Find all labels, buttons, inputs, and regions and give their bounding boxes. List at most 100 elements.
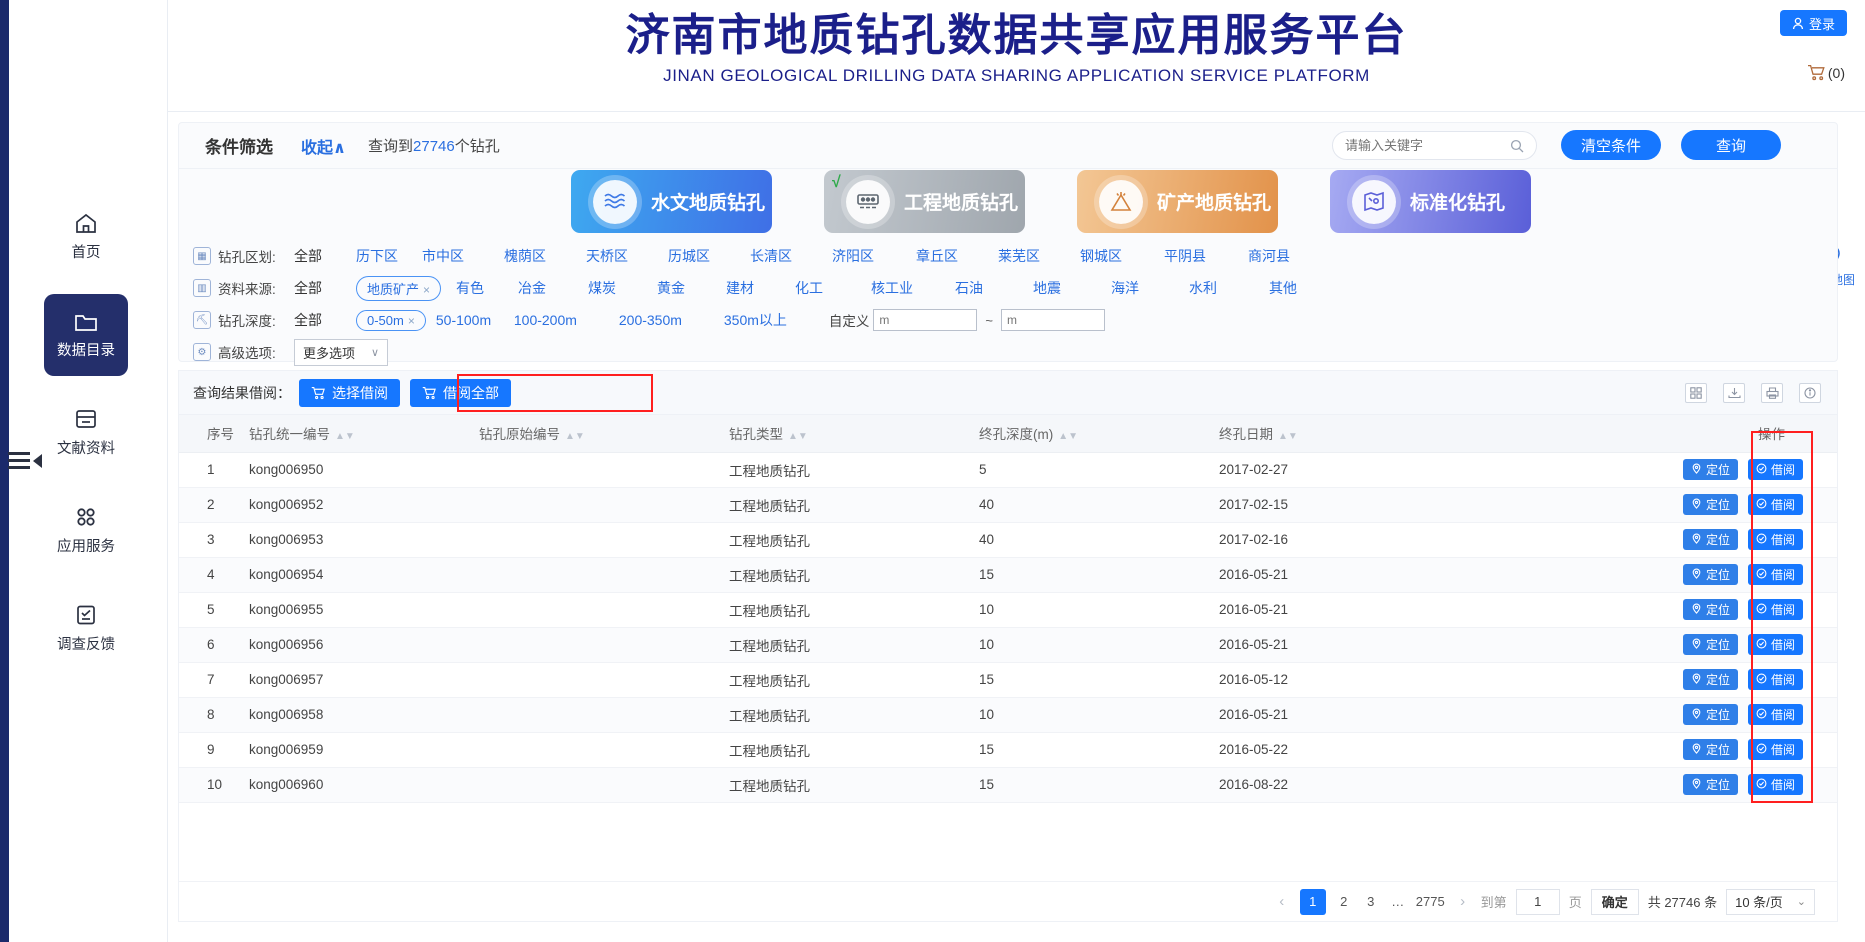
- filter-option-depth-100-200[interactable]: 100-200m: [514, 312, 619, 328]
- sort-icon[interactable]: ▲▼: [788, 431, 808, 442]
- table-row[interactable]: 7kong006957工程地质钻孔152016-05-12定位借阅: [179, 662, 1837, 697]
- locate-button[interactable]: 定位: [1683, 529, 1738, 550]
- pagination-page-3[interactable]: 3: [1362, 894, 1380, 909]
- pagination-prev[interactable]: ‹: [1273, 893, 1291, 910]
- table-row[interactable]: 1kong006950工程地质钻孔52017-02-27定位借阅: [179, 452, 1837, 487]
- filter-option-depth-200-350[interactable]: 200-350m: [619, 312, 724, 328]
- col-header-original-id[interactable]: 钻孔原始编号▲▼: [479, 415, 729, 452]
- locate-button[interactable]: 定位: [1683, 494, 1738, 515]
- table-row[interactable]: 9kong006959工程地质钻孔152016-05-22定位借阅: [179, 732, 1837, 767]
- loan-button[interactable]: 借阅: [1748, 459, 1803, 480]
- loan-button[interactable]: 借阅: [1748, 529, 1803, 550]
- sort-icon[interactable]: ▲▼: [1278, 431, 1298, 442]
- filter-collapse-toggle[interactable]: 收起∧: [301, 134, 346, 158]
- search-box[interactable]: [1332, 131, 1537, 160]
- sidebar-item-survey-feedback[interactable]: 调查反馈: [44, 588, 128, 670]
- filter-option-building-materials[interactable]: 建材: [726, 278, 795, 298]
- borrow-all-button[interactable]: 借阅全部: [410, 379, 511, 407]
- locate-button[interactable]: 定位: [1683, 774, 1738, 795]
- filter-option-lixia[interactable]: 历下区: [356, 246, 422, 266]
- category-card-hydrogeology[interactable]: 水文地质钻孔: [571, 170, 772, 233]
- goto-page-input[interactable]: [1516, 889, 1560, 915]
- loan-button[interactable]: 借阅: [1748, 494, 1803, 515]
- filter-chip-geology-mineral[interactable]: 地质矿产×: [356, 276, 441, 301]
- locate-button[interactable]: 定位: [1683, 739, 1738, 760]
- filter-option-zhangqiu[interactable]: 章丘区: [916, 246, 998, 266]
- cart-button[interactable]: (0): [1807, 64, 1845, 81]
- filter-option-metallurgy[interactable]: 冶金: [518, 278, 588, 298]
- filter-option-marine[interactable]: 海洋: [1111, 278, 1189, 298]
- filter-option-gold[interactable]: 黄金: [657, 278, 726, 298]
- close-icon[interactable]: ×: [408, 314, 415, 328]
- filter-option-depth-50-100[interactable]: 50-100m: [436, 312, 514, 328]
- filter-option-water-conservancy[interactable]: 水利: [1189, 278, 1269, 298]
- pagination-next[interactable]: ›: [1454, 893, 1472, 910]
- table-row[interactable]: 4kong006954工程地质钻孔152016-05-21定位借阅: [179, 557, 1837, 592]
- sidebar-item-home[interactable]: 首页: [44, 196, 128, 278]
- table-row[interactable]: 8kong006958工程地质钻孔102016-05-21定位借阅: [179, 697, 1837, 732]
- filter-option-all[interactable]: 全部: [294, 310, 356, 330]
- more-options-select[interactable]: 更多选项 ∨: [294, 339, 388, 366]
- col-header-unified-id[interactable]: 钻孔统一编号▲▼: [249, 415, 479, 452]
- category-card-standardized[interactable]: 标准化钻孔: [1330, 170, 1531, 233]
- filter-option-licheng[interactable]: 历城区: [668, 246, 750, 266]
- col-header-date[interactable]: 终孔日期▲▼: [1219, 415, 1509, 452]
- loan-button[interactable]: 借阅: [1748, 774, 1803, 795]
- sidebar-item-literature[interactable]: 文献资料: [44, 392, 128, 474]
- locate-button[interactable]: 定位: [1683, 459, 1738, 480]
- filter-option-coal[interactable]: 煤炭: [588, 278, 657, 298]
- loan-button[interactable]: 借阅: [1748, 564, 1803, 585]
- custom-depth-max-input[interactable]: [1001, 309, 1105, 331]
- filter-option-chemical[interactable]: 化工: [795, 278, 871, 298]
- filter-option-changqing[interactable]: 长清区: [750, 246, 832, 266]
- page-size-select[interactable]: 10 条/页 ⌄: [1726, 889, 1815, 915]
- locate-button[interactable]: 定位: [1683, 634, 1738, 655]
- filter-option-jiyang[interactable]: 济阳区: [832, 246, 916, 266]
- filter-option-laiwu[interactable]: 莱芜区: [998, 246, 1080, 266]
- sidebar-collapse-toggle[interactable]: [8, 452, 42, 469]
- sidebar-item-app-service[interactable]: 应用服务: [44, 490, 128, 572]
- export-icon[interactable]: [1723, 383, 1745, 403]
- search-icon[interactable]: [1510, 139, 1524, 153]
- filter-option-earthquake[interactable]: 地震: [1033, 278, 1111, 298]
- print-icon[interactable]: [1761, 383, 1783, 403]
- pagination-page-last[interactable]: 2775: [1416, 894, 1445, 909]
- locate-button[interactable]: 定位: [1683, 669, 1738, 690]
- goto-confirm-button[interactable]: 确定: [1591, 889, 1639, 915]
- filter-option-all[interactable]: 全部: [294, 246, 356, 266]
- loan-button[interactable]: 借阅: [1748, 739, 1803, 760]
- filter-option-depth-350-plus[interactable]: 350m以上: [724, 310, 829, 330]
- table-row[interactable]: 10kong006960工程地质钻孔152016-08-22定位借阅: [179, 767, 1837, 802]
- filter-option-all[interactable]: 全部: [294, 278, 356, 298]
- table-row[interactable]: 3kong006953工程地质钻孔402017-02-16定位借阅: [179, 522, 1837, 557]
- filter-option-shizhong[interactable]: 市中区: [422, 246, 504, 266]
- filter-option-tianqiao[interactable]: 天桥区: [586, 246, 668, 266]
- loan-button[interactable]: 借阅: [1748, 704, 1803, 725]
- search-input[interactable]: [1345, 138, 1505, 153]
- table-row[interactable]: 2kong006952工程地质钻孔402017-02-15定位借阅: [179, 487, 1837, 522]
- filter-option-pingyin[interactable]: 平阴县: [1164, 246, 1248, 266]
- sort-icon[interactable]: ▲▼: [1058, 431, 1078, 442]
- col-header-depth[interactable]: 终孔深度(m)▲▼: [979, 415, 1219, 452]
- info-icon[interactable]: [1799, 383, 1821, 403]
- filter-option-shanghe[interactable]: 商河县: [1248, 246, 1290, 266]
- loan-button[interactable]: 借阅: [1748, 599, 1803, 620]
- table-row[interactable]: 5kong006955工程地质钻孔102016-05-21定位借阅: [179, 592, 1837, 627]
- pagination-page-2[interactable]: 2: [1335, 894, 1353, 909]
- login-button[interactable]: 登录: [1780, 10, 1847, 36]
- filter-option-huaiyin[interactable]: 槐荫区: [504, 246, 586, 266]
- loan-button[interactable]: 借阅: [1748, 634, 1803, 655]
- close-icon[interactable]: ×: [423, 283, 430, 297]
- sort-icon[interactable]: ▲▼: [565, 431, 585, 442]
- filter-option-nuclear[interactable]: 核工业: [871, 278, 955, 298]
- table-row[interactable]: 6kong006956工程地质钻孔102016-05-21定位借阅: [179, 627, 1837, 662]
- locate-button[interactable]: 定位: [1683, 564, 1738, 585]
- locate-button[interactable]: 定位: [1683, 599, 1738, 620]
- filter-option-other[interactable]: 其他: [1269, 278, 1297, 298]
- col-header-type[interactable]: 钻孔类型▲▼: [729, 415, 979, 452]
- category-card-mineral[interactable]: 矿产地质钻孔: [1077, 170, 1278, 233]
- columns-icon[interactable]: [1685, 383, 1707, 403]
- custom-depth-min-input[interactable]: [873, 309, 977, 331]
- sort-icon[interactable]: ▲▼: [335, 431, 355, 442]
- query-button[interactable]: 查询: [1681, 130, 1781, 160]
